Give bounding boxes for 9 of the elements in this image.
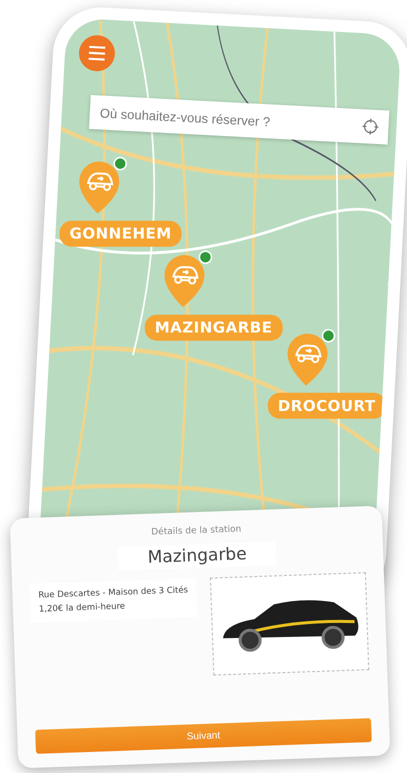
menu-icon (88, 46, 106, 61)
locate-icon[interactable] (361, 117, 380, 136)
station-title: Mazingarbe (117, 541, 278, 571)
card-heading: Détails de la station (151, 524, 242, 538)
station-label[interactable]: GONNEHEM (59, 220, 182, 246)
search-field[interactable]: Où souhaitez-vous réserver ? (88, 94, 390, 145)
next-button[interactable]: Suivant (35, 718, 372, 754)
station-info: Rue Descartes - Maison des 3 Cités 1,20€ la demi-heure (30, 578, 197, 624)
station-label[interactable]: MAZINGARBE (144, 314, 282, 340)
